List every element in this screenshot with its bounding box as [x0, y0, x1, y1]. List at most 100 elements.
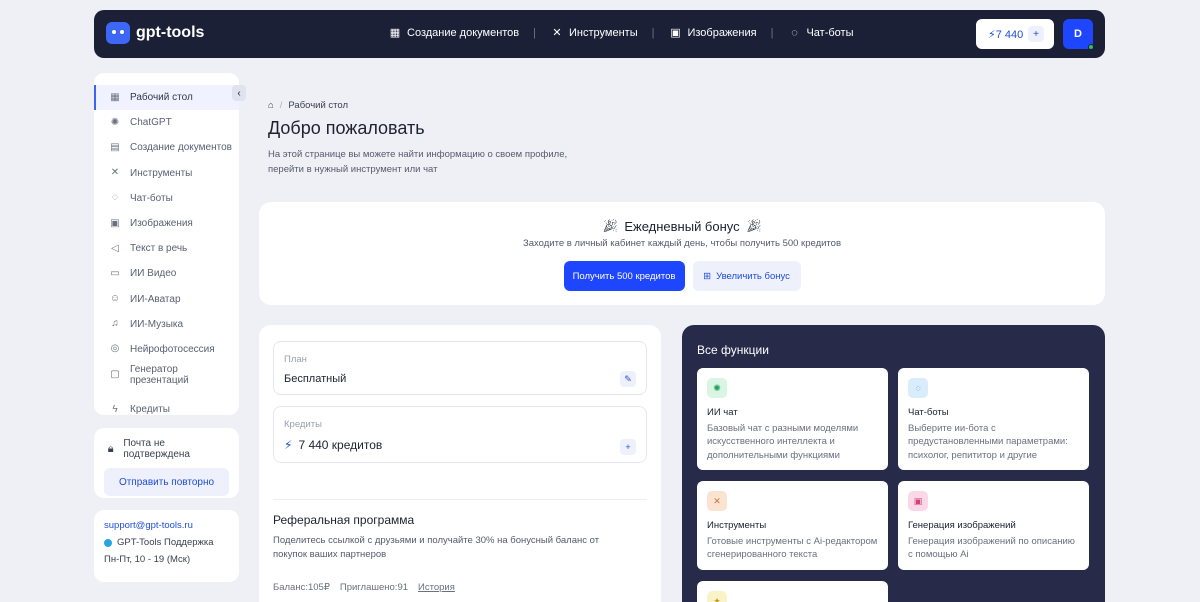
support-card: support@gpt-tools.ru GPT-Tools Поддержка… [94, 510, 239, 582]
support-hours: Пн-Пт, 10 - 19 (Мск) [104, 554, 191, 565]
lightning-icon: ϟ [112, 403, 118, 415]
sidebar-item-label: Рабочий стол [130, 92, 193, 104]
sidebar-item-tools[interactable]: ✕ Инструменты [94, 161, 239, 186]
topnav-images[interactable]: ▣ Изображения [668, 26, 756, 40]
plan-label: План [284, 354, 307, 365]
sidebar-item-documents[interactable]: ▤ Создание документов [94, 135, 239, 160]
divider [273, 499, 647, 500]
credits-field: Кредиты ⚡ 7 440 кредитов + [273, 406, 647, 463]
function-card-tools[interactable]: ✕ Инструменты Готовые инструменты с Ai-р… [697, 481, 888, 570]
all-functions-panel: Все функции ✺ ИИ чат Базовый чат с разны… [682, 325, 1105, 602]
credits-value: 7 440 [995, 28, 1024, 41]
increase-bonus-button[interactable]: ⊞ Увеличить бонус [692, 261, 801, 291]
function-card-description: Выберите ии-бота с предустановленными па… [908, 423, 1068, 461]
nav-separator: | [533, 27, 537, 39]
lock-icon: 🔒︎ [107, 442, 114, 455]
sidebar-collapse-button[interactable]: ‹ [232, 85, 246, 101]
topnav-tools[interactable]: ✕ Инструменты [550, 26, 638, 40]
bonus-title: Ежедневный бонус [624, 218, 740, 234]
function-card-chatbots[interactable]: ◌ Чат-боты Выберите ии-бота с предустано… [898, 368, 1089, 470]
referral-balance: Баланс:105₽ [273, 582, 330, 593]
document-grid-icon: ▤ [110, 141, 120, 153]
bonus-actions: Получить 500 кредитов ⊞ Увеличить бонус [259, 261, 1105, 291]
sidebar-item-label: Текст в речь [130, 243, 188, 255]
sidebar-item-photosession[interactable]: ◎ Нейрофотосессия [94, 337, 239, 362]
referral-invited: Приглашено:91 [339, 582, 409, 593]
openai-icon: ✺ [110, 116, 120, 128]
top-navbar: gpt-tools ▦ Создание документов | ✕ Инст… [94, 10, 1105, 58]
sidebar: ▦ Рабочий стол ✺ ChatGPT ▤ Создание докумен… [94, 73, 239, 415]
function-card-title: Инструменты [707, 520, 767, 531]
image-icon: ▣ [110, 217, 120, 229]
referral-title: Реферальная программа [273, 513, 415, 527]
sidebar-item-label: ИИ Видео [130, 268, 177, 280]
get-bonus-button[interactable]: Получить 500 кредитов [563, 261, 685, 291]
music-icon: ♫ [111, 318, 119, 330]
robot-logo-icon [106, 22, 130, 44]
brand-logo[interactable]: gpt-tools [106, 22, 204, 44]
function-card-image-generation[interactable]: ▣ Генерация изображений Генерация изобра… [898, 481, 1089, 570]
ai-chat-icon: ✺ [707, 378, 727, 398]
topnav-label: Инструменты [569, 27, 638, 39]
sidebar-item-chatbots[interactable]: ◌ Чат-боты [94, 186, 239, 211]
home-icon[interactable]: ⌂ [268, 100, 274, 111]
image-icon: ▣ [670, 26, 681, 39]
page-description: На этой странице вы можете найти информа… [268, 149, 568, 175]
referral-history-link[interactable]: История [418, 582, 455, 593]
brand-name: gpt-tools [136, 24, 205, 41]
nav-separator: | [651, 27, 655, 39]
resend-email-button[interactable]: Отправить повторно [104, 468, 229, 496]
sidebar-item-label: Изображения [130, 218, 193, 230]
avatar[interactable]: D [1063, 19, 1094, 50]
sidebar-item-credits[interactable]: ϟ Кредиты [94, 397, 239, 422]
functions-title: Все функции [697, 343, 769, 357]
credits-label: Кредиты [284, 419, 322, 430]
bonus-subtitle: Заходите в личный кабинет каждый день, ч… [522, 238, 841, 249]
presentation-icon: ▢ [110, 368, 120, 380]
referral-stats: Баланс:105₽ Приглашено:91 История [273, 582, 455, 593]
sidebar-item-video[interactable]: ▭ ИИ Видео [94, 261, 239, 286]
function-card-partial[interactable]: ✦ [697, 581, 888, 602]
camera-icon: ◎ [110, 343, 120, 355]
credits-value-row: ⚡ 7 440 кредитов [284, 438, 382, 452]
sidebar-item-presentations[interactable]: ▢ Генератор презентаций [94, 362, 239, 387]
function-card-description: Генерация изображений по описанию с помо… [908, 536, 1075, 561]
topnav-chatbots[interactable]: ◌ Чат-боты [787, 26, 853, 40]
sidebar-item-avatar[interactable]: ☺ ИИ-Аватар [94, 287, 239, 312]
add-credits-button[interactable]: + [1028, 26, 1044, 42]
breadcrumb-separator: / [279, 100, 283, 111]
sidebar-item-tts[interactable]: ◁ Текст в речь [94, 236, 239, 261]
plan-field: План Бесплатный ✎ [273, 341, 647, 395]
support-email-link[interactable]: support@gpt-tools.ru [104, 520, 229, 531]
function-card-title: Чат-боты [908, 407, 949, 418]
tools-icon: ✕ [110, 167, 120, 179]
credits-balance[interactable]: ⚡7 440 + [976, 19, 1054, 49]
sidebar-item-dashboard[interactable]: ▦ Рабочий стол [94, 85, 239, 111]
sidebar-item-music[interactable]: ♫ ИИ-Музыка [94, 312, 239, 337]
credits-amount: ⚡7 440 [988, 28, 1023, 41]
tools-icon: ✕ [552, 26, 562, 39]
speaker-icon: ◁ [111, 242, 119, 254]
topnav-label: Чат-боты [806, 27, 854, 39]
sidebar-item-images[interactable]: ▣ Изображения [94, 211, 239, 236]
support-telegram-link[interactable]: GPT-Tools Поддержка [104, 537, 229, 548]
sidebar-item-chatgpt[interactable]: ✺ ChatGPT [94, 110, 239, 135]
party-popper-icon: 🎉︎ [601, 218, 619, 233]
plan-value: Бесплатный [284, 373, 347, 385]
increase-bonus-label: Увеличить бонус [716, 270, 790, 282]
function-card-ai-chat[interactable]: ✺ ИИ чат Базовый чат с разными моделями … [697, 368, 888, 470]
function-card-description: Базовый чат с разными моделями искусстве… [707, 423, 859, 461]
add-credits-field-button[interactable]: + [620, 439, 636, 455]
document-grid-icon: ▦ [389, 26, 401, 39]
sidebar-item-label: ChatGPT [130, 117, 172, 129]
sidebar-item-label: Генератор презентаций [129, 363, 189, 386]
topnav-documents[interactable]: ▦ Создание документов [388, 26, 519, 40]
breadcrumb: ⌂ / Рабочий стол [268, 100, 348, 111]
page-title: Добро пожаловать [268, 118, 425, 138]
edit-icon: ✎ [624, 373, 632, 384]
dashboard-icon: ▦ [110, 91, 120, 103]
edit-plan-button[interactable]: ✎ [620, 371, 636, 387]
sidebar-item-label: Нейрофотосессия [130, 343, 215, 355]
chat-bubbles-icon: ◌ [791, 26, 798, 39]
function-card-title: ИИ чат [707, 407, 738, 418]
